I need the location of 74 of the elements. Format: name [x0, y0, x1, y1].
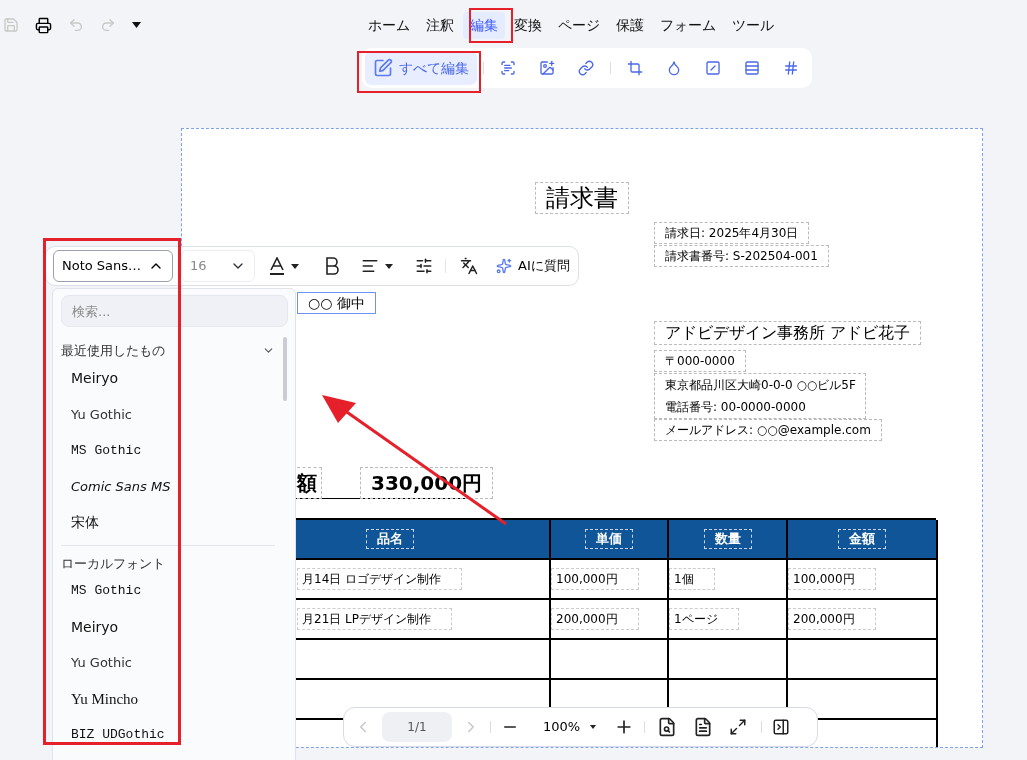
- column-header: 数量: [703, 529, 752, 549]
- sender-name: アドビデザイン事務所 アドビ花子: [654, 321, 922, 345]
- caret-icon[interactable]: [590, 725, 597, 729]
- font-size-select[interactable]: 16: [181, 250, 255, 282]
- total-label: 額: [297, 467, 322, 499]
- font-option[interactable]: Yu Gothic: [71, 404, 132, 425]
- scrollbar-thumb[interactable]: [283, 337, 287, 401]
- recipient-text[interactable]: ○○ 御中: [297, 292, 376, 314]
- font-option[interactable]: MS Gothic: [71, 440, 142, 461]
- text-box-icon[interactable]: [499, 59, 516, 77]
- table-cell: 月21日 LPデザイン制作: [297, 608, 452, 630]
- page-number-field[interactable]: 1/1: [382, 712, 452, 742]
- menu-tab[interactable]: 注釈: [419, 11, 461, 39]
- align-left-icon[interactable]: [361, 257, 379, 275]
- menu-tab[interactable]: 変換: [507, 11, 549, 39]
- font-option[interactable]: Meiryo: [71, 368, 119, 389]
- panel-icon[interactable]: [772, 718, 791, 736]
- sparkle-icon: [496, 258, 512, 274]
- stripes-icon[interactable]: [704, 59, 721, 77]
- section-heading: ローカルフォント: [61, 554, 165, 573]
- invoice-number: 請求書番号: S-202504-001: [654, 245, 829, 267]
- caret-icon[interactable]: [291, 263, 299, 269]
- print-icon[interactable]: [35, 16, 52, 34]
- column-header: 単価: [585, 529, 633, 549]
- table-cell: 1ページ: [669, 608, 739, 630]
- section-heading: 最近使用したもの: [61, 342, 165, 360]
- fit-screen-icon[interactable]: [729, 718, 748, 736]
- font-option[interactable]: Comic Sans MS: [71, 476, 171, 497]
- font-option[interactable]: Meiryo: [71, 616, 119, 638]
- hash-icon[interactable]: [783, 59, 800, 77]
- zoom-level[interactable]: 100%: [543, 717, 581, 737]
- table-cell: 1個: [669, 568, 715, 590]
- edit-icon: [373, 58, 393, 78]
- crop-icon[interactable]: [626, 59, 643, 77]
- image-icon[interactable]: [538, 59, 555, 77]
- font-option[interactable]: BIZ UDGothic: [71, 725, 165, 745]
- translate-icon[interactable]: [460, 257, 478, 275]
- font-search-field[interactable]: 検索...: [61, 295, 288, 327]
- document-title: 請求書: [535, 182, 629, 214]
- rows-icon[interactable]: [743, 59, 760, 77]
- font-select[interactable]: Noto Sans…: [53, 250, 173, 282]
- link-icon[interactable]: [577, 59, 594, 77]
- menu-tab[interactable]: 保護: [609, 11, 651, 39]
- ask-ai-button[interactable]: AIに質問: [496, 256, 570, 276]
- column-header: 金額: [838, 529, 886, 549]
- bold-icon[interactable]: [325, 257, 339, 275]
- font-option[interactable]: Yu Gothic: [71, 653, 132, 673]
- font-option[interactable]: MS Gothic: [71, 581, 142, 601]
- table-cell: 100,000円: [788, 568, 876, 590]
- menu-tab[interactable]: ページ: [551, 11, 607, 39]
- font-option[interactable]: 宋体: [71, 512, 99, 533]
- phone-text: 電話番号: 00-0000-0000: [665, 399, 807, 416]
- caret-icon[interactable]: [385, 263, 393, 269]
- table-cell: 200,000円: [788, 608, 876, 630]
- font-option[interactable]: Yu Mincho: [71, 687, 139, 711]
- column-header: 品名: [366, 529, 414, 549]
- table-cell: 200,000円: [551, 608, 639, 630]
- highlight-frame: [469, 8, 513, 43]
- table-cell: 月14日 ロゴデザイン制作: [297, 568, 463, 590]
- postal-code: 〒000-0000: [654, 350, 746, 372]
- text-color-icon[interactable]: [269, 257, 285, 275]
- invoice-date: 請求日: 2025年4月30日: [654, 222, 810, 244]
- address-text: 東京都品川区大崎0-0-0 ○○ビル5F: [665, 377, 855, 394]
- spacing-icon[interactable]: [415, 257, 433, 275]
- menu-tab[interactable]: ツール: [725, 11, 781, 39]
- edit-all-button[interactable]: すべて編集: [365, 51, 477, 85]
- table-cell: 100,000円: [551, 568, 639, 590]
- menu-tab[interactable]: 編集: [463, 11, 505, 39]
- document-icon[interactable]: [693, 717, 714, 737]
- menu-tab[interactable]: フォーム: [653, 11, 723, 39]
- email-text: メールアドレス: ○○@example.com: [654, 419, 882, 441]
- caret-icon[interactable]: [132, 22, 141, 28]
- menu-tab[interactable]: ホーム: [361, 11, 417, 39]
- page-view-icon[interactable]: [657, 717, 678, 737]
